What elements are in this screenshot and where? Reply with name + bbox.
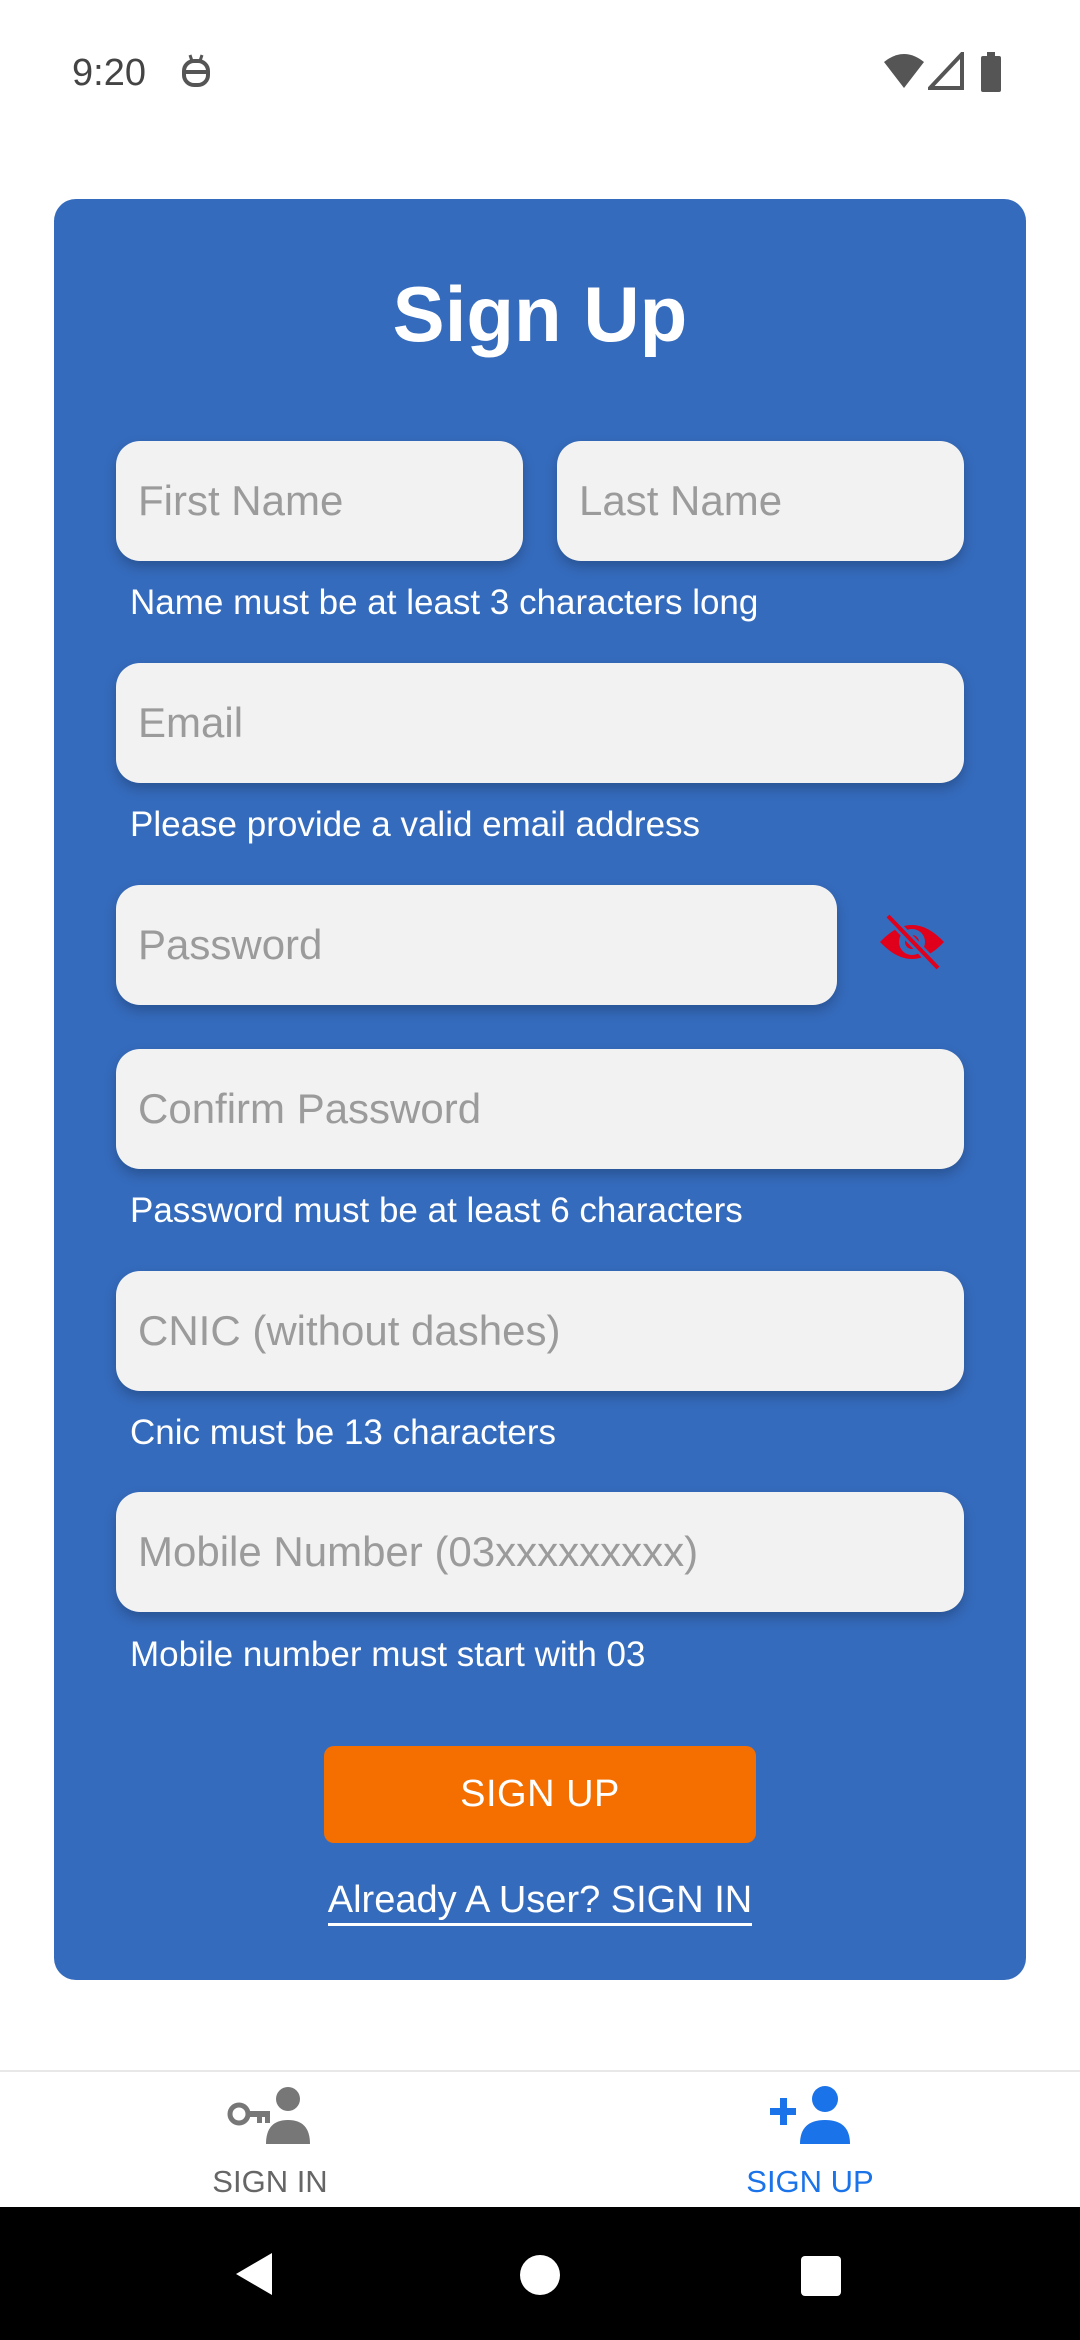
email-field[interactable]: Email: [116, 663, 964, 783]
password-helper-text: Password must be at least 6 characters: [130, 1191, 743, 1230]
battery-icon: [981, 52, 1001, 92]
status-time: 9:20: [72, 52, 146, 94]
mobile-number-field[interactable]: Mobile Number (03xxxxxxxxx): [116, 1492, 964, 1612]
signup-card: Sign Up First Name Last Name Name must b…: [54, 199, 1026, 1980]
cnic-field[interactable]: CNIC (without dashes): [116, 1271, 964, 1391]
notification-robot-icon: [182, 54, 210, 87]
home-icon[interactable]: [518, 2253, 562, 2297]
nav-label-sign-in: SIGN IN: [212, 2164, 328, 2199]
sign-in-link-container: Already A User? SIGN IN: [54, 1879, 1026, 1926]
first-name-placeholder: First Name: [138, 477, 344, 524]
bottom-navigation: SIGN IN SIGN UP: [0, 2070, 1080, 2209]
signal-icon: [928, 52, 964, 90]
mobile-helper-text: Mobile number must start with 03: [130, 1635, 646, 1674]
email-placeholder: Email: [138, 699, 244, 746]
add-person-icon: [770, 2086, 850, 2144]
status-bar: 9:20: [0, 0, 1080, 150]
name-helper-text: Name must be at least 3 characters long: [130, 583, 759, 622]
confirm-password-field[interactable]: Confirm Password: [116, 1049, 964, 1169]
system-navigation-bar: [0, 2207, 1080, 2340]
email-helper-text: Please provide a valid email address: [130, 805, 701, 844]
nav-item-sign-up[interactable]: SIGN UP: [540, 2072, 1080, 2209]
sign-in-link[interactable]: Already A User? SIGN IN: [327, 1879, 753, 1926]
password-field[interactable]: Password: [116, 885, 837, 1005]
password-placeholder: Password: [138, 921, 323, 968]
recents-icon[interactable]: [800, 2255, 842, 2297]
wifi-icon: [884, 54, 924, 88]
last-name-field[interactable]: Last Name: [557, 441, 964, 561]
cnic-placeholder: CNIC (without dashes): [138, 1307, 561, 1354]
confirm-password-placeholder: Confirm Password: [138, 1085, 482, 1132]
last-name-placeholder: Last Name: [579, 477, 783, 524]
nav-label-sign-up: SIGN UP: [746, 2164, 874, 2199]
mobile-number-placeholder: Mobile Number (03xxxxxxxxx): [138, 1528, 699, 1575]
cnic-helper-text: Cnic must be 13 characters: [130, 1413, 557, 1452]
nav-item-sign-in[interactable]: SIGN IN: [0, 2072, 540, 2209]
visibility-off-icon[interactable]: [876, 912, 948, 972]
sign-up-button[interactable]: SIGN UP: [324, 1746, 756, 1843]
first-name-field[interactable]: First Name: [116, 441, 523, 561]
page-title: Sign Up: [392, 270, 688, 358]
key-person-icon: [227, 2087, 310, 2144]
back-icon[interactable]: [234, 2251, 274, 2297]
